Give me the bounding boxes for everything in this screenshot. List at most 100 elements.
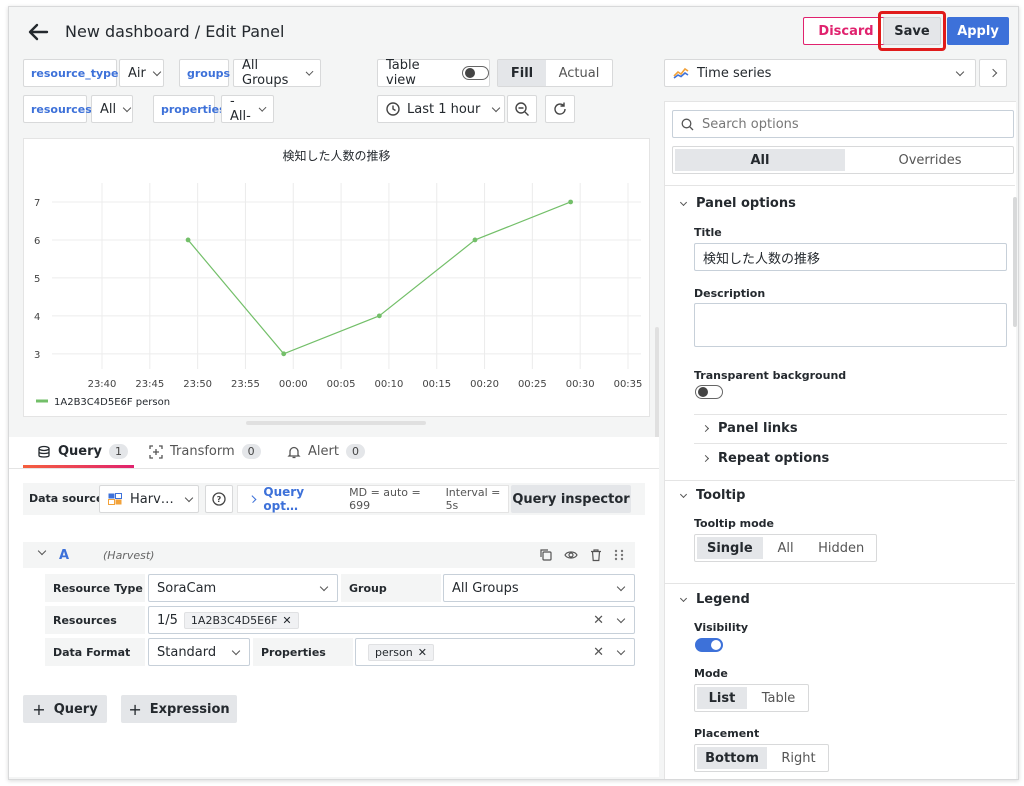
panel-options-header[interactable]: Panel options — [677, 196, 796, 211]
tooltip-mode-single[interactable]: Single — [697, 537, 763, 559]
datasource-help-button[interactable]: ? — [205, 485, 233, 513]
trash-icon[interactable] — [589, 548, 603, 562]
chevron-down-icon — [679, 490, 688, 498]
pane-resize-handle[interactable] — [246, 421, 426, 425]
group-select[interactable]: All Groups — [443, 574, 635, 602]
clock-icon — [386, 102, 400, 116]
chevron-right-icon — [701, 424, 710, 433]
repeat-options-title: Repeat options — [718, 451, 830, 466]
query-inspector-button[interactable]: Query inspector — [511, 485, 631, 513]
chevron-down-icon — [258, 103, 267, 112]
tab-alert-label: Alert — [308, 444, 339, 459]
fill-option[interactable]: Fill — [498, 60, 546, 86]
database-icon — [38, 445, 50, 458]
visualization-picker[interactable]: Time series — [664, 59, 976, 87]
legend-placement-bottom[interactable]: Bottom — [697, 747, 767, 769]
collapse-options-button[interactable] — [979, 59, 1007, 87]
panel-links-header[interactable]: Panel links — [701, 421, 798, 436]
zoom-out-button[interactable] — [507, 95, 537, 123]
drag-handle-icon[interactable] — [613, 548, 625, 562]
discard-button[interactable]: Discard — [803, 17, 889, 45]
tab-query-count: 1 — [109, 444, 129, 459]
add-expression-button[interactable]: + Expression — [121, 695, 237, 723]
variable-groups-select[interactable]: All Groups — [233, 58, 321, 88]
tab-alert-count: 0 — [345, 444, 365, 459]
description-field[interactable] — [694, 303, 1007, 347]
variable-properties-select[interactable]: -All- — [221, 94, 274, 124]
legend-header[interactable]: Legend — [677, 592, 750, 607]
variable-resource-types-label: resource_types — [31, 66, 126, 80]
variable-resource-types-select[interactable]: Air — [119, 59, 164, 87]
max-data-points: MD = auto = 699 — [349, 486, 421, 512]
chevron-down-icon — [231, 646, 241, 655]
variable-resources-label: resources — [31, 102, 92, 116]
clear-icon[interactable]: ✕ — [593, 645, 604, 660]
group-value: All Groups — [452, 580, 519, 596]
resources-count: 1/5 — [157, 612, 178, 628]
time-range-picker[interactable]: Last 1 hour — [377, 95, 505, 123]
tag-remove-icon[interactable]: ✕ — [418, 646, 427, 659]
tab-transform[interactable]: Transform 0 — [149, 444, 261, 459]
legend-placement-right[interactable]: Right — [769, 745, 828, 771]
properties-multiselect[interactable]: person ✕ ✕ — [355, 638, 635, 666]
tab-all[interactable]: All — [675, 149, 845, 171]
data-point — [568, 199, 574, 205]
tab-alert[interactable]: Alert 0 — [287, 444, 365, 459]
tooltip-header[interactable]: Tooltip — [677, 488, 745, 503]
tooltip-mode-hidden[interactable]: Hidden — [806, 535, 876, 561]
zoom-out-icon — [515, 102, 529, 116]
legend-mode-label: Mode — [694, 667, 728, 680]
datasource-picker[interactable]: Harv… — [99, 485, 199, 513]
transparent-background-toggle[interactable] — [695, 385, 723, 399]
search-options-input[interactable]: Search options — [672, 110, 1014, 138]
actual-option[interactable]: Actual — [546, 60, 612, 86]
save-highlight-box — [878, 11, 946, 51]
resource-tag: 1A2B3C4D5E6F ✕ — [183, 611, 299, 629]
query-options-row[interactable]: Query opt… MD = auto = 699 Interval = 5s — [237, 485, 509, 513]
tab-overrides[interactable]: Overrides — [847, 147, 1013, 173]
clear-icon[interactable]: ✕ — [593, 613, 604, 628]
properties-label: Properties — [253, 638, 353, 666]
repeat-options-header[interactable]: Repeat options — [701, 451, 830, 466]
variable-resources-select[interactable]: All — [91, 95, 133, 123]
transparent-background-label: Transparent background — [694, 369, 847, 382]
description-field-label: Description — [694, 287, 766, 300]
query-datasource-name: (Harvest) — [103, 549, 155, 562]
variable-groups-value: All Groups — [242, 58, 289, 88]
legend-mode-table[interactable]: Table — [749, 685, 808, 711]
refresh-button[interactable] — [545, 95, 575, 123]
duplicate-icon[interactable] — [539, 548, 553, 562]
y-tick-label: 3 — [34, 350, 40, 361]
legend-visibility-toggle[interactable] — [695, 638, 723, 652]
refresh-icon — [554, 102, 566, 115]
eye-icon[interactable] — [564, 548, 578, 562]
resources-multiselect[interactable]: 1/5 1A2B3C4D5E6F ✕ ✕ — [148, 606, 635, 634]
options-scrollbar[interactable] — [1013, 197, 1017, 327]
query-ref-id[interactable]: A — [59, 548, 69, 563]
data-point — [376, 313, 382, 319]
x-tick-label: 00:25 — [518, 379, 547, 390]
time-series-chart[interactable]: 23:40 23:45 23:50 23:55 00:00 00:05 00:10 00:15… — [24, 139, 651, 418]
data-format-select[interactable]: Standard — [148, 638, 250, 666]
tab-query-label: Query — [58, 444, 103, 459]
table-view-toggle[interactable] — [462, 66, 489, 80]
data-format-value: Standard — [157, 644, 217, 660]
resource-type-select[interactable]: SoraCam — [148, 574, 338, 602]
tag-remove-icon[interactable]: ✕ — [282, 614, 291, 627]
apply-button[interactable]: Apply — [947, 17, 1009, 45]
legend-mode-list[interactable]: List — [697, 687, 747, 709]
page-title: New dashboard / Edit Panel — [65, 22, 285, 41]
tooltip-mode-all[interactable]: All — [765, 535, 807, 561]
svg-text:?: ? — [217, 495, 222, 504]
resource-type-label: Resource Type — [45, 574, 145, 602]
y-tick-label: 7 — [34, 198, 40, 209]
variable-resource-types-label-box: resource_types — [23, 59, 125, 87]
title-field[interactable]: 検知した人数の推移 — [694, 243, 1007, 271]
tab-transform-count: 0 — [241, 444, 261, 459]
legend-divider — [665, 583, 1015, 584]
back-arrow-icon[interactable] — [27, 21, 49, 43]
table-view-toggle-box[interactable]: Table view — [377, 58, 490, 88]
add-query-button[interactable]: + Query — [23, 695, 107, 723]
chevron-down-icon — [679, 594, 688, 602]
tab-query[interactable]: Query 1 — [37, 444, 129, 459]
